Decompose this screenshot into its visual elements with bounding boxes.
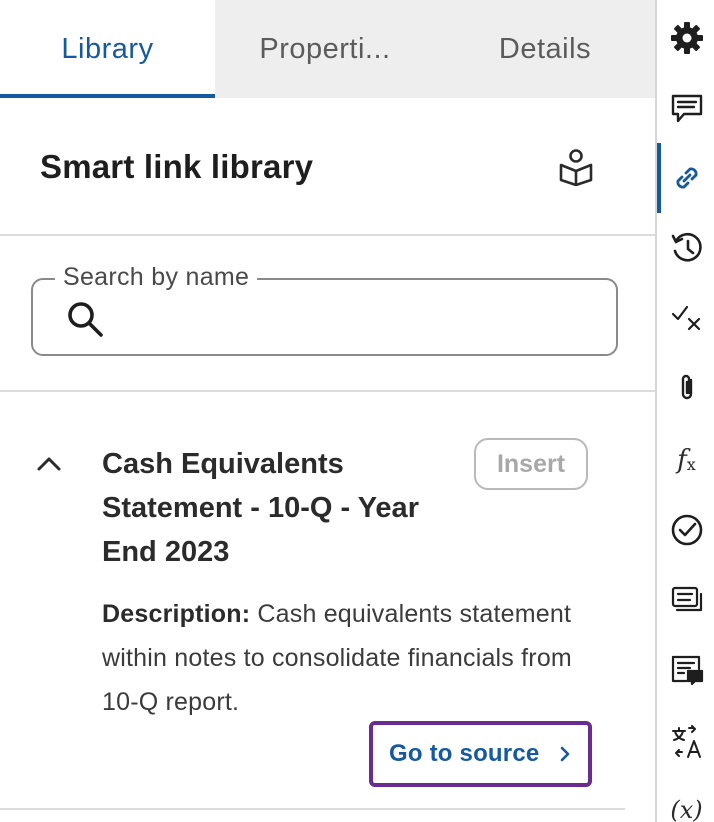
search-section: Search by name [0,236,655,392]
rail-item-variables[interactable]: (x) [657,780,714,822]
list-item: Cash Equivalents Statement - 10-Q - Year… [0,392,625,810]
rail-item-notes[interactable] [657,640,714,700]
search-icon [68,302,103,337]
insert-button[interactable]: Insert [474,438,588,490]
rail-item-comments[interactable] [657,78,714,138]
item-title: Cash Equivalents Statement - 10-Q - Year… [102,448,419,568]
search-field[interactable]: Search by name [31,263,618,356]
smart-link-panel: Library Properti... Details Smart link l… [0,0,655,822]
chevron-right-icon [561,746,570,762]
rail-item-blocks[interactable] [657,570,714,630]
rail-item-smart-links[interactable] [657,148,714,208]
chevron-up-icon[interactable] [36,454,62,472]
library-book-icon[interactable] [558,148,594,186]
search-label: Search by name [55,263,258,292]
translate-icon [671,725,701,758]
rail-item-tasks[interactable] [657,500,714,560]
function-icon: fx [677,445,696,475]
note-icon [671,655,703,686]
gear-icon [670,22,703,54]
description-label: Description: [102,600,251,628]
check-circle-icon [671,514,702,546]
panel-header: Smart link library [0,98,655,236]
page-title: Smart link library [40,148,314,185]
tab-details[interactable]: Details [435,0,655,98]
rail-item-attachments[interactable] [657,358,714,418]
search-input[interactable] [123,296,603,340]
rail-item-settings[interactable] [657,8,714,68]
tab-properties[interactable]: Properti... [215,0,435,98]
rail-item-translate[interactable] [657,712,714,772]
comment-icon [671,94,702,123]
list-cards-icon [671,586,702,612]
side-icon-rail: fx (x) [655,0,714,822]
paperclip-icon [681,374,692,400]
item-description: Description: Cash equivalents statement … [102,592,602,724]
tab-library[interactable]: Library [0,0,215,98]
go-to-source-button[interactable]: Go to source [369,721,592,787]
variable-icon: (x) [670,796,703,822]
rail-item-history[interactable] [657,218,714,278]
link-icon [676,167,697,189]
go-to-source-label: Go to source [389,740,540,767]
rail-item-formulas[interactable]: fx [657,430,714,490]
tab-bar: Library Properti... Details [0,0,655,98]
check-cross-icon [671,305,700,331]
rail-item-review[interactable] [657,288,714,348]
history-icon [671,232,702,262]
